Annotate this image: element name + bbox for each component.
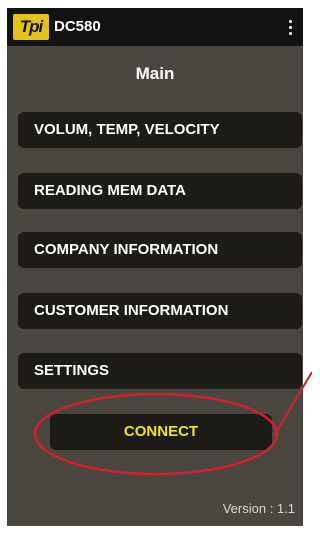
- connect-button[interactable]: CONNECT: [50, 414, 272, 450]
- company-information-button[interactable]: COMPANY INFORMATION: [18, 232, 302, 268]
- version-label: Version : 1.1: [222, 501, 295, 516]
- settings-button[interactable]: SETTINGS: [18, 353, 302, 389]
- app-title: DC580: [54, 18, 101, 35]
- volum-temp-velocity-button[interactable]: VOLUM, TEMP, VELOCITY: [18, 112, 302, 148]
- page-title: Main: [135, 64, 175, 83]
- tpi-logo: Tpi: [13, 14, 49, 40]
- customer-information-button[interactable]: CUSTOMER INFORMATION: [18, 293, 302, 329]
- more-vert-icon[interactable]: [283, 15, 297, 39]
- reading-mem-data-button[interactable]: READING MEM DATA: [18, 173, 302, 209]
- app-bar: Tpi DC580: [7, 8, 303, 46]
- app-screen: Tpi DC580 Main VOLUM, TEMP, VELOCITY REA…: [7, 8, 303, 526]
